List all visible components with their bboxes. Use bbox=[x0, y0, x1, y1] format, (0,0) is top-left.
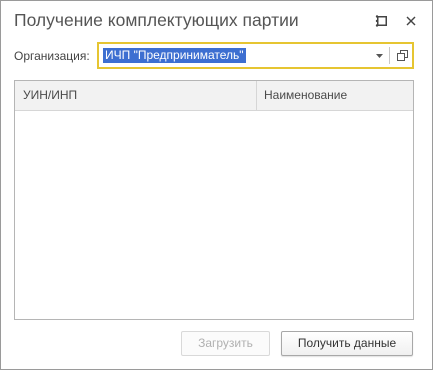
components-table[interactable]: УИН/ИНП Наименование bbox=[14, 80, 414, 320]
column-divider bbox=[256, 81, 257, 110]
organization-dropdown-button[interactable] bbox=[371, 46, 387, 65]
field-divider bbox=[389, 47, 390, 64]
organization-label: Организация: bbox=[14, 49, 90, 63]
title-bar: Получение комплектующих партии bbox=[1, 1, 432, 41]
maximize-button[interactable] bbox=[372, 11, 392, 31]
chevron-down-icon bbox=[375, 53, 383, 58]
organization-field[interactable]: ИЧП "Предприниматель" bbox=[97, 42, 414, 69]
close-button[interactable] bbox=[401, 11, 421, 31]
window-title: Получение комплектующих партии bbox=[14, 10, 299, 30]
column-header-name[interactable]: Наименование bbox=[264, 81, 347, 110]
open-icon bbox=[396, 50, 408, 61]
organization-open-button[interactable] bbox=[394, 47, 410, 64]
dialog-window: Получение комплектующих партии Организац… bbox=[0, 0, 433, 370]
table-header: УИН/ИНП Наименование bbox=[15, 81, 413, 111]
organization-value[interactable]: ИЧП "Предприниматель" bbox=[103, 48, 246, 63]
maximize-icon bbox=[377, 16, 387, 26]
load-button[interactable]: Загрузить bbox=[181, 331, 270, 356]
get-data-button[interactable]: Получить данные bbox=[281, 331, 413, 356]
column-header-inn[interactable]: УИН/ИНП bbox=[23, 81, 77, 110]
close-icon bbox=[406, 16, 416, 26]
